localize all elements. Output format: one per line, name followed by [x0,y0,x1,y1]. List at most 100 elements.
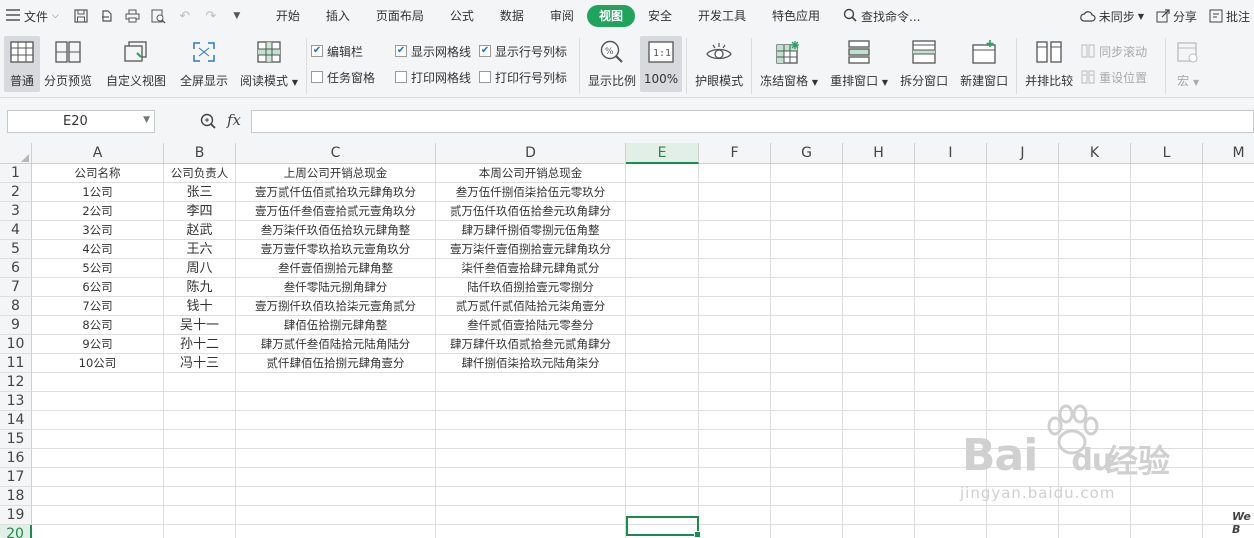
grid-cell[interactable] [915,392,987,411]
grid-cell[interactable] [915,316,987,335]
grid-cell[interactable] [843,411,915,430]
print-headings-checkbox[interactable]: 打印行号列标 [479,64,575,90]
grid-cell[interactable] [32,449,164,468]
data-cell[interactable]: 2公司 [32,202,164,221]
data-cell[interactable]: 孙十二 [164,335,236,354]
grid-cell[interactable] [915,373,987,392]
comment-button[interactable]: 批注 [1209,8,1250,25]
grid-cell[interactable] [1203,221,1254,240]
grid-cell[interactable] [1131,487,1203,506]
grid-cell[interactable] [699,449,771,468]
grid-cell[interactable] [626,449,699,468]
grid-cell[interactable] [771,221,843,240]
grid-cell[interactable] [436,487,626,506]
grid-cell[interactable] [1131,202,1203,221]
grid-cell[interactable] [987,164,1059,183]
grid-cell[interactable] [1059,259,1131,278]
grid-cell[interactable] [436,449,626,468]
grid-cell[interactable] [1131,449,1203,468]
grid-cell[interactable] [1203,259,1254,278]
header-cell[interactable]: 公司负责人 [164,164,236,183]
grid-cell[interactable] [699,373,771,392]
grid-cell[interactable] [1131,335,1203,354]
eye-protection-button[interactable]: 护眼模式 [691,36,747,92]
row-header[interactable]: 7 [0,278,32,297]
tab-formulas[interactable]: 公式 [437,5,487,27]
zoom-search-icon[interactable] [200,113,216,133]
grid-cell[interactable] [699,506,771,525]
grid-cell[interactable] [1059,240,1131,259]
column-header[interactable]: H [843,143,915,164]
grid-cell[interactable] [987,449,1059,468]
grid-cell[interactable] [771,278,843,297]
grid-cell[interactable] [1059,506,1131,525]
grid-cell[interactable] [1131,297,1203,316]
data-cell[interactable]: 7公司 [32,297,164,316]
grid-cell[interactable] [699,392,771,411]
grid-cell[interactable] [1131,183,1203,202]
grid-cell[interactable] [236,449,436,468]
grid-cell[interactable] [771,202,843,221]
grid-cell[interactable] [1203,354,1254,373]
data-cell[interactable]: 贰万贰仟贰佰陆拾元柒角壹分 [436,297,626,316]
formula-bar-checkbox[interactable]: ✔ 编辑栏 [311,38,391,64]
grid-cell[interactable] [843,202,915,221]
data-cell[interactable]: 叁仟零陆元捌角肆分 [236,278,436,297]
grid-cell[interactable] [771,468,843,487]
grid-cell[interactable] [915,221,987,240]
grid-cell[interactable] [771,487,843,506]
grid-cell[interactable] [1131,316,1203,335]
grid-cell[interactable] [1059,297,1131,316]
grid-cell[interactable] [626,240,699,259]
grid-cell[interactable] [32,411,164,430]
grid-cell[interactable] [164,373,236,392]
grid-cell[interactable] [915,430,987,449]
row-header-selected[interactable]: 20 [0,525,32,538]
grid-cell[interactable] [699,183,771,202]
grid-cell[interactable] [915,278,987,297]
grid-cell[interactable] [699,430,771,449]
grid-cell[interactable] [1203,430,1254,449]
grid-cell[interactable] [1131,259,1203,278]
row-header[interactable]: 5 [0,240,32,259]
grid-cell[interactable] [626,221,699,240]
data-cell[interactable]: 肆万贰仟叁佰陆拾元陆角陆分 [236,335,436,354]
zoom-button[interactable]: % 显示比例 [584,36,640,92]
grid-cell[interactable] [843,449,915,468]
grid-cell[interactable] [1059,202,1131,221]
data-cell[interactable]: 叁仟壹佰捌拾元肆角整 [236,259,436,278]
row-header[interactable]: 13 [0,392,32,411]
grid-cell[interactable] [987,354,1059,373]
grid-cell[interactable] [987,183,1059,202]
grid-cell[interactable] [843,468,915,487]
grid-cell[interactable] [771,259,843,278]
zoom-100-button[interactable]: 1:1 100% [640,36,683,92]
grid-cell[interactable] [915,468,987,487]
row-header[interactable]: 4 [0,221,32,240]
grid-cell[interactable] [987,316,1059,335]
grid-cell[interactable] [987,392,1059,411]
grid-cell[interactable] [1203,278,1254,297]
grid-cell[interactable] [699,468,771,487]
data-cell[interactable]: 贰仟肆佰伍拾捌元肆角壹分 [236,354,436,373]
print-icon[interactable] [125,8,141,24]
grid-cell[interactable] [915,297,987,316]
active-cell-cursor[interactable] [626,516,701,538]
grid-cell[interactable] [1203,335,1254,354]
grid-cell[interactable] [1131,506,1203,525]
undo-icon[interactable]: ↶ [177,8,193,24]
grid-cell[interactable] [1203,487,1254,506]
row-header[interactable]: 19 [0,506,32,525]
data-cell[interactable]: 肆万肆仟捌佰零捌元伍角整 [436,221,626,240]
grid-cell[interactable] [626,430,699,449]
grid-cell[interactable] [843,240,915,259]
grid-cell[interactable] [699,278,771,297]
grid-cell[interactable] [1203,392,1254,411]
reading-mode-button[interactable]: 阅读模式 ▼ [236,36,302,92]
grid-cell[interactable] [843,430,915,449]
grid-cell[interactable] [843,183,915,202]
grid-cell[interactable] [987,411,1059,430]
redo-icon[interactable]: ↷ [203,8,219,24]
grid-cell[interactable] [32,373,164,392]
grid-cell[interactable] [1059,392,1131,411]
